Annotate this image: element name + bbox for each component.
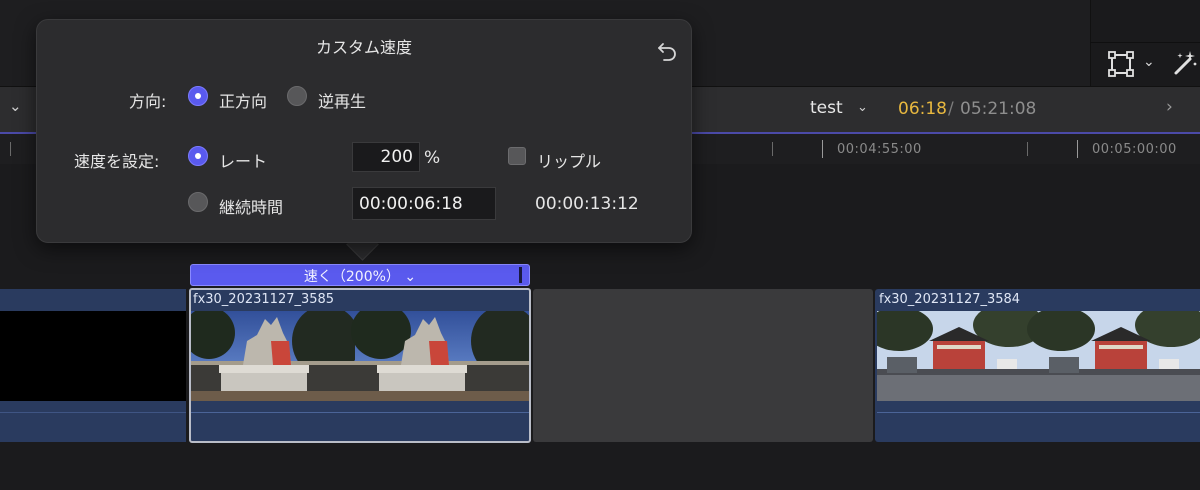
divider: [1090, 42, 1200, 43]
clip-name: fx30_20231127_3585: [193, 292, 335, 307]
clip-audio-line: [191, 412, 529, 413]
direction-label: 方向:: [129, 92, 167, 111]
rate-label[interactable]: レート: [219, 148, 267, 172]
retime-label[interactable]: 速く（200%） ⌄: [190, 266, 530, 286]
ruler-tick: [822, 140, 823, 158]
clip-audio-line: [0, 412, 186, 413]
ruler-tick: [772, 142, 773, 156]
chevron-right-icon[interactable]: ›: [1166, 97, 1173, 117]
set-speed-label: 速度を設定:: [74, 152, 160, 171]
project-chevron-icon[interactable]: ⌄: [857, 100, 868, 115]
chevron-down-icon[interactable]: ⌄: [9, 97, 22, 115]
ruler-tick: [10, 142, 11, 156]
ripple-checkbox[interactable]: [508, 147, 526, 165]
reverse-label[interactable]: 逆再生: [318, 88, 366, 112]
ruler-tick: [1077, 140, 1078, 158]
rate-radio[interactable]: [188, 146, 208, 166]
rate-unit: %: [424, 148, 441, 168]
clip-thumbnail: [877, 311, 1200, 401]
transform-icon[interactable]: [1108, 51, 1134, 77]
reverse-radio[interactable]: [287, 86, 307, 106]
ruler-label: 00:05:00:00: [1092, 142, 1177, 157]
current-timecode: 06:18: [898, 99, 947, 119]
retime-handle[interactable]: [519, 267, 522, 283]
forward-radio[interactable]: [188, 86, 208, 106]
transform-menu-chevron-icon[interactable]: ⌄: [1143, 54, 1155, 70]
undo-arrow-icon[interactable]: [656, 40, 678, 62]
ruler-label: 00:04:55:00: [837, 142, 922, 157]
resulting-duration: 00:00:13:12: [535, 194, 639, 214]
magic-wand-icon[interactable]: [1170, 49, 1198, 77]
rate-input[interactable]: 200: [352, 142, 420, 172]
clip-audio-line: [877, 412, 1200, 413]
ripple-label[interactable]: リップル: [537, 148, 601, 172]
total-duration: 05:21:08: [960, 99, 1037, 119]
clip-thumbnail: [0, 311, 186, 401]
clip-name: fx30_20231127_3584: [879, 292, 1021, 307]
forward-label[interactable]: 正方向: [219, 88, 267, 112]
clip-thumbnail: [191, 311, 529, 401]
timecode-separator: /: [948, 99, 954, 119]
gap-clip[interactable]: [533, 289, 873, 442]
duration-label[interactable]: 継続時間: [219, 194, 283, 218]
ruler-tick: [1027, 142, 1028, 156]
duration-input[interactable]: 00:00:06:18: [352, 187, 496, 220]
duration-radio[interactable]: [188, 192, 208, 212]
project-name[interactable]: test: [810, 98, 843, 118]
popover-title: カスタム速度: [315, 38, 412, 57]
